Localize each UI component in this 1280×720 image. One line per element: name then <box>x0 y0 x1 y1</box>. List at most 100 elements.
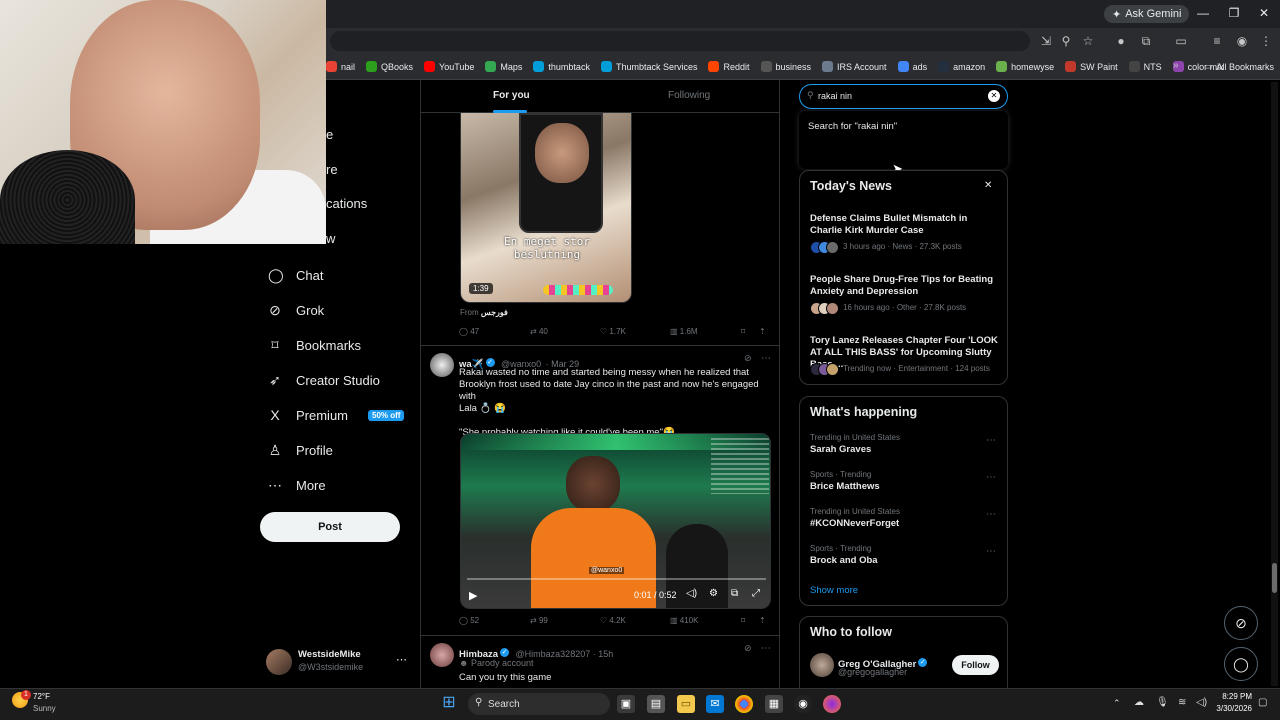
account-more-icon[interactable]: ⋯ <box>396 653 407 666</box>
wifi-icon[interactable]: ≋ <box>1178 697 1186 708</box>
avatar[interactable] <box>430 353 454 377</box>
volume-icon[interactable]: ◁) <box>686 588 697 599</box>
bookmark-button[interactable]: ⌑ <box>741 327 745 336</box>
post-button[interactable]: Post <box>260 512 400 542</box>
onedrive-icon[interactable]: ☁ <box>1134 697 1144 708</box>
grok-icon[interactable]: ⊘ <box>744 643 752 654</box>
tweet-more-icon[interactable]: ⋯ <box>761 643 771 654</box>
bookmark-item[interactable]: NTS <box>1128 61 1162 72</box>
nav-item-premium[interactable]: X Premium 50% off <box>268 403 405 427</box>
tab-search-icon[interactable]: ≡ <box>1209 34 1225 48</box>
views-button[interactable]: ▥ 410K <box>670 616 698 625</box>
restore-icon[interactable]: ❐ <box>1224 6 1244 20</box>
install-app-icon[interactable]: ⇲ <box>1038 34 1054 48</box>
windows-start-icon[interactable]: ⊞ <box>440 695 458 713</box>
fullscreen-icon[interactable]: ⤢ <box>752 588 760 599</box>
trend-name[interactable]: #KCONNeverForget <box>810 518 899 529</box>
nav-item-creator-studio[interactable]: ➶ Creator Studio <box>268 368 380 392</box>
firefox-icon[interactable] <box>823 695 841 713</box>
bookmark-item[interactable]: Maps <box>485 61 522 72</box>
search-suggestion-item[interactable]: Search for "rakai nin" <box>808 121 897 132</box>
trend-name[interactable]: Brock and Oba <box>810 555 878 566</box>
bookmark-item[interactable]: QBooks <box>366 61 413 72</box>
nav-fragment-explore[interactable]: re <box>326 162 338 177</box>
tweet-more-icon[interactable]: ⋯ <box>761 353 771 364</box>
bookmark-item[interactable]: business <box>760 61 811 72</box>
account-switcher[interactable]: WestsideMike @W3stsidemike ⋯ <box>266 647 412 677</box>
search-input[interactable]: rakai nin <box>818 91 852 101</box>
trend-name[interactable]: Sarah Graves <box>810 444 871 455</box>
bookmark-item[interactable]: SW Paint <box>1065 61 1118 72</box>
notepad-icon[interactable]: ▤ <box>647 695 665 713</box>
bookmark-item[interactable]: YouTube <box>424 61 474 72</box>
news-headline[interactable]: Defense Claims Bullet Mismatch in Charli… <box>810 213 1002 237</box>
settings-icon[interactable]: ⚙ <box>709 588 718 599</box>
bookmark-button[interactable]: ⌑ <box>741 616 745 625</box>
nav-item-profile[interactable]: ♙ Profile <box>268 438 333 462</box>
views-button[interactable]: ▥ 1.6M <box>670 327 698 336</box>
microphone-icon[interactable]: 🎙 <box>1156 697 1169 708</box>
task-view-icon[interactable]: ▣ <box>617 695 635 713</box>
bookmark-item[interactable]: thumbtack <box>533 61 590 72</box>
grok-floating-button[interactable]: ⊘ <box>1224 606 1258 640</box>
repost-button[interactable]: ⇄ 99 <box>530 616 548 625</box>
extension-icon[interactable]: ● <box>1113 34 1129 48</box>
like-button[interactable]: ♡ 1.7K <box>600 327 626 336</box>
trend-more-icon[interactable]: ⋯ <box>986 546 996 557</box>
follow-button[interactable]: Follow <box>952 655 999 675</box>
nav-fragment-follow[interactable]: w <box>326 231 335 246</box>
tray-overflow-icon[interactable]: ⌃ <box>1113 698 1121 709</box>
nav-item-bookmarks[interactable]: ⌑ Bookmarks <box>268 333 361 357</box>
zoom-icon[interactable]: ⚲ <box>1058 34 1074 48</box>
nav-fragment-notifications[interactable]: cations <box>326 196 367 211</box>
share-icon[interactable]: ⇡ <box>759 616 766 625</box>
all-bookmarks[interactable]: ▭ All Bookmarks <box>1204 61 1274 72</box>
reply-button[interactable]: ◯ 47 <box>459 327 479 336</box>
bookmark-item[interactable]: IRS Account <box>822 61 887 72</box>
search-box[interactable]: ⚲ rakai nin ✕ <box>799 84 1008 109</box>
nav-fragment-home[interactable]: e <box>326 127 333 142</box>
notification-center-icon[interactable]: ▢ <box>1258 697 1267 708</box>
pip-icon[interactable]: ⧉ <box>731 588 738 599</box>
more-bookmarks-icon[interactable]: » <box>1173 60 1179 71</box>
close-window-icon[interactable]: ✕ <box>1254 6 1274 20</box>
trend-more-icon[interactable]: ⋯ <box>986 509 996 520</box>
weather-condition[interactable]: Sunny <box>33 704 56 713</box>
tweet-video[interactable]: @wanxo0 ▶ 0:01 / 0:52 ◁) ⚙ ⧉ ⤢ <box>460 433 771 609</box>
menu-icon[interactable]: ⋮ <box>1258 34 1274 48</box>
tab-following[interactable]: Following <box>668 90 710 101</box>
outlook-icon[interactable]: ✉ <box>706 695 724 713</box>
weather-temp[interactable]: 72°F <box>33 692 50 701</box>
ask-gemini-button[interactable]: ✦ Ask Gemini <box>1104 5 1190 23</box>
chrome-icon[interactable] <box>735 695 753 713</box>
scrollbar-thumb[interactable] <box>1272 563 1277 593</box>
bookmark-item[interactable]: Thumbtack Services <box>600 61 697 72</box>
nav-item-more[interactable]: ⋯ More <box>268 473 326 497</box>
avatar[interactable] <box>430 643 454 667</box>
tweet-video[interactable]: En meget stor beslutning 1:39 <box>460 113 632 303</box>
nav-item-grok[interactable]: ⊘ Grok <box>268 298 324 322</box>
bookmark-item[interactable]: nail <box>326 61 355 72</box>
clear-search-icon[interactable]: ✕ <box>988 90 1000 102</box>
reply-button[interactable]: ◯ 52 <box>459 616 479 625</box>
nav-item-chat[interactable]: ◯ Chat <box>268 263 323 287</box>
grok-icon[interactable]: ⊘ <box>744 353 752 364</box>
share-icon[interactable]: ⇡ <box>759 327 766 336</box>
address-bar[interactable] <box>330 31 1030 51</box>
volume-icon[interactable]: ◁) <box>1196 697 1207 708</box>
bookmark-item[interactable]: Reddit <box>708 61 750 72</box>
tab-for-you[interactable]: For you <box>493 90 530 101</box>
profile-avatar-icon[interactable]: ◉ <box>1234 34 1250 48</box>
trend-name[interactable]: Brice Matthews <box>810 481 880 492</box>
clock-date[interactable]: 3/30/2026 <box>1208 704 1252 713</box>
bookmark-item[interactable]: homewyse <box>996 61 1054 72</box>
like-button[interactable]: ♡ 4.2K <box>600 616 626 625</box>
play-icon[interactable]: ▶ <box>469 589 477 602</box>
star-icon[interactable]: ☆ <box>1080 34 1096 48</box>
show-more-link[interactable]: Show more <box>810 585 858 596</box>
bookmark-item[interactable]: ads <box>897 61 927 72</box>
repost-button[interactable]: ⇄ 40 <box>530 327 548 336</box>
calculator-icon[interactable]: ▦ <box>765 695 783 713</box>
messages-floating-button[interactable]: ◯ <box>1224 647 1258 681</box>
file-explorer-icon[interactable]: ▭ <box>677 695 695 713</box>
